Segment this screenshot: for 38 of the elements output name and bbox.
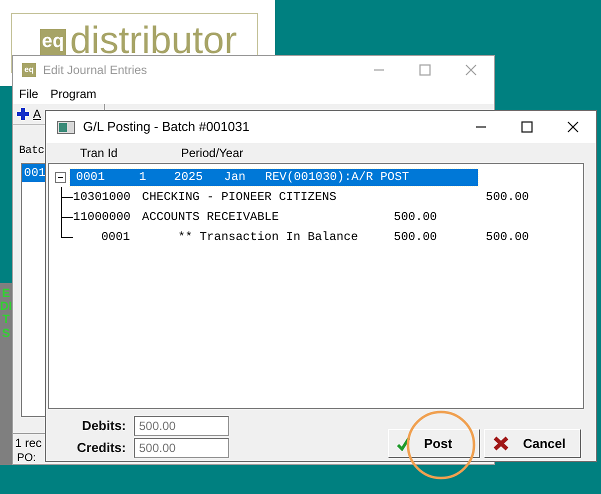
account-description: CHECKING - PIONEER CITIZENS	[141, 189, 338, 206]
highlight-circle	[406, 410, 476, 480]
window-title: Edit Journal Entries	[43, 62, 148, 79]
account-number: 11000000	[73, 209, 130, 226]
post-button[interactable]: Post	[388, 429, 480, 458]
maximize-icon[interactable]	[521, 121, 533, 133]
menu-item[interactable]: File	[19, 85, 38, 103]
field-label: Batc	[19, 144, 44, 159]
column-header: Tran Id	[80, 145, 119, 162]
transaction-row[interactable]: 0001 1 2025 Jan REV(001030):A/R POST	[70, 168, 478, 186]
close-icon[interactable]	[567, 121, 579, 133]
account-description: ** Transaction In Balance	[177, 229, 360, 246]
record-count: 1 rec	[15, 435, 42, 452]
total-label: Credits:	[76, 439, 126, 458]
debit-amount: 500.00	[394, 210, 437, 224]
plus-icon	[16, 107, 30, 121]
cancel-button[interactable]: Cancel	[484, 429, 581, 458]
account-number: 0001	[100, 229, 130, 246]
window-icon	[57, 120, 75, 134]
status-text: PO:	[16, 452, 37, 464]
logo-text: distributor	[70, 27, 237, 57]
account-number: 10301000	[73, 189, 130, 206]
collapse-toggle[interactable]	[55, 172, 66, 182]
menu-item[interactable]: Program	[50, 85, 96, 103]
credit-amount: 500.00	[486, 190, 529, 204]
check-icon	[397, 436, 410, 450]
total-field: 500.00	[134, 416, 229, 436]
column-header: Period/Year	[181, 145, 244, 162]
x-icon	[493, 436, 509, 451]
total-label: Debits:	[80, 417, 126, 436]
debit-amount: 500.00	[394, 230, 437, 244]
account-description: ACCOUNTS RECEIVABLE	[141, 209, 280, 226]
credit-amount: 500.00	[486, 230, 529, 244]
dialog-title: G/L Posting - Batch #001031	[83, 118, 250, 136]
side-label: EDITS	[0, 287, 12, 342]
logo-mark: eq	[40, 29, 66, 55]
app-icon: eq	[22, 63, 36, 77]
total-field: 500.00	[134, 438, 229, 458]
